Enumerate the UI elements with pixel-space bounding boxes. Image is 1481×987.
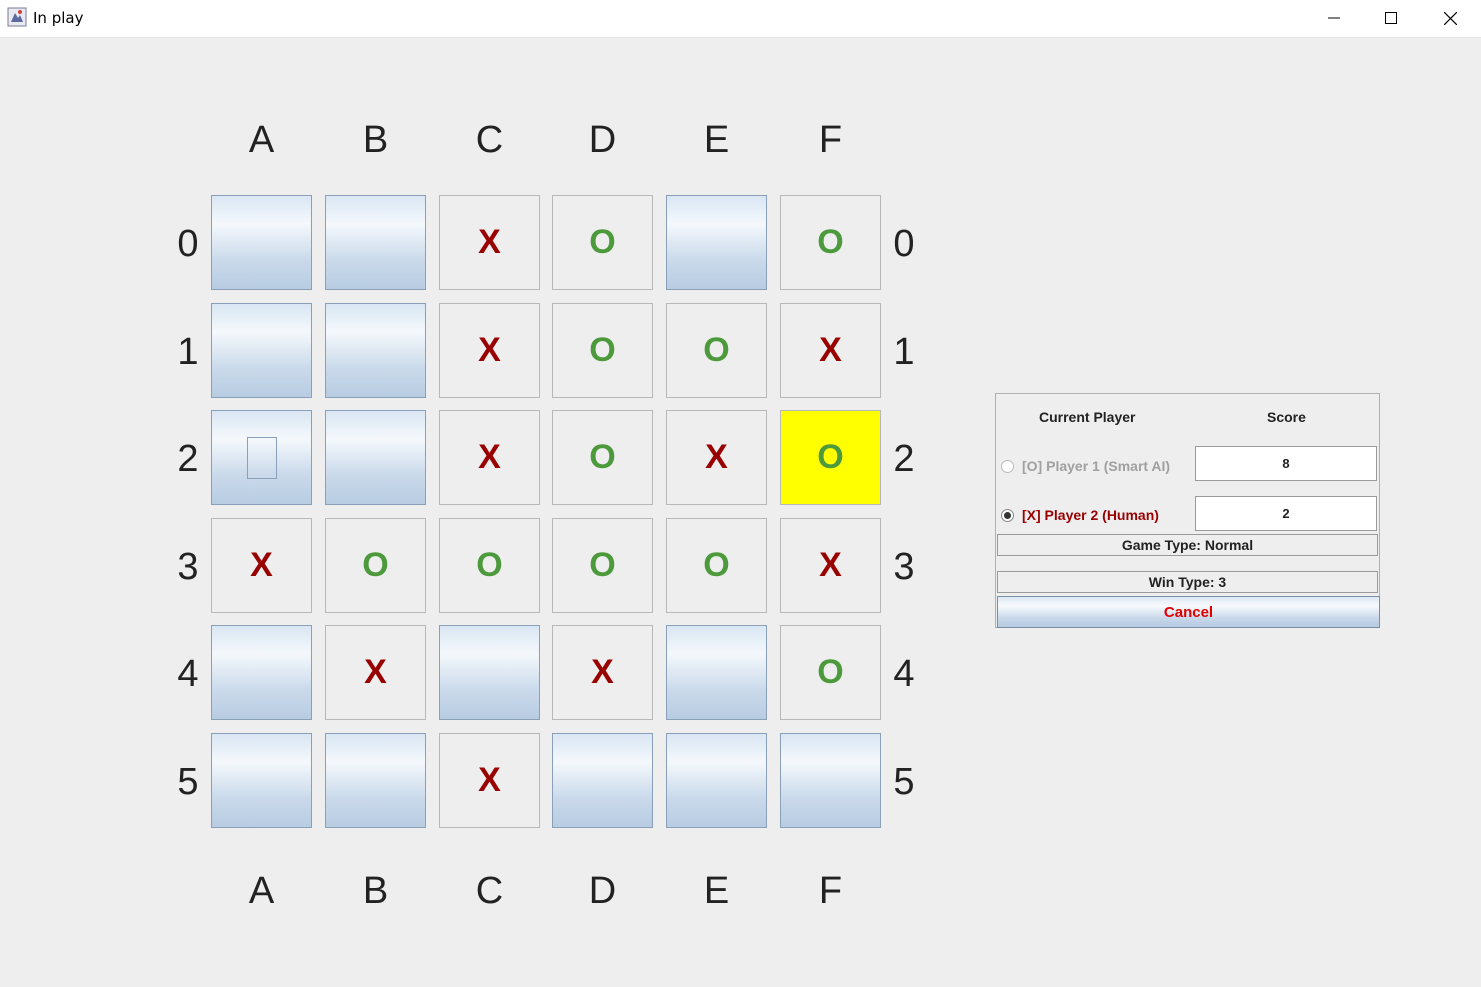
radio-button-icon (1001, 508, 1014, 522)
board-cell-a5[interactable] (211, 733, 312, 828)
window-title: In play (33, 9, 84, 27)
board-cell-b1[interactable] (325, 303, 426, 398)
board-cell-e0[interactable] (666, 195, 767, 290)
board-cell-c1[interactable]: X (439, 303, 540, 398)
column-label-e-bottom: E (703, 870, 730, 912)
board-cell-b2[interactable] (325, 410, 426, 505)
column-label-a-bottom: A (248, 870, 275, 912)
row-label-2-right: 2 (893, 438, 915, 480)
title-bar: In play (0, 0, 1481, 38)
row-label-3-right: 3 (893, 546, 915, 588)
maximize-icon (1385, 12, 1397, 24)
column-label-a-top: A (248, 119, 275, 161)
board-cell-c3[interactable]: O (439, 518, 540, 613)
player-2-radio[interactable]: [X] Player 2 (Human) (1001, 505, 1159, 525)
column-label-c-bottom: C (475, 870, 504, 912)
board-cell-d0[interactable]: O (552, 195, 653, 290)
board-cell-d2[interactable]: O (552, 410, 653, 505)
row-label-2-left: 2 (177, 438, 199, 480)
board-cell-f1[interactable]: X (780, 303, 881, 398)
row-label-4-right: 4 (893, 653, 915, 695)
board-cell-d4[interactable]: X (552, 625, 653, 720)
row-label-5-left: 5 (177, 761, 199, 803)
board-cell-c4[interactable] (439, 625, 540, 720)
board-cell-b0[interactable] (325, 195, 426, 290)
focus-indicator (246, 436, 277, 479)
board-cell-a0[interactable] (211, 195, 312, 290)
board-cell-f5[interactable] (780, 733, 881, 828)
board-cell-c5[interactable]: X (439, 733, 540, 828)
game-info-panel: Current Player Score [O] Player 1 (Smart… (995, 393, 1380, 628)
player-1-score: 8 (1195, 446, 1377, 481)
current-player-header: Current Player (1039, 409, 1136, 425)
cancel-button[interactable]: Cancel (997, 596, 1380, 628)
column-label-e-top: E (703, 119, 730, 161)
radio-button-icon (1001, 459, 1014, 473)
board-cell-d1[interactable]: O (552, 303, 653, 398)
row-label-5-right: 5 (893, 761, 915, 803)
board-cell-c2[interactable]: X (439, 410, 540, 505)
board-cell-d5[interactable] (552, 733, 653, 828)
board-cell-c0[interactable]: X (439, 195, 540, 290)
row-label-1-left: 1 (177, 331, 199, 373)
column-label-b-top: B (362, 119, 389, 161)
column-label-d-top: D (588, 119, 617, 161)
board-cell-d3[interactable]: O (552, 518, 653, 613)
board-cell-a1[interactable] (211, 303, 312, 398)
player-1-radio[interactable]: [O] Player 1 (Smart AI) (1001, 456, 1170, 476)
close-button[interactable] (1421, 0, 1479, 36)
board-cell-b3[interactable]: O (325, 518, 426, 613)
column-label-d-bottom: D (588, 870, 617, 912)
board-cell-e1[interactable]: O (666, 303, 767, 398)
minimize-icon (1328, 17, 1340, 19)
column-label-f-bottom: F (818, 870, 843, 912)
maximize-button[interactable] (1362, 0, 1420, 36)
row-label-4-left: 4 (177, 653, 199, 695)
board-cell-e5[interactable] (666, 733, 767, 828)
player-2-label: [X] Player 2 (Human) (1022, 507, 1159, 523)
board-cell-f3[interactable]: X (780, 518, 881, 613)
board-cell-a4[interactable] (211, 625, 312, 720)
player-2-score: 2 (1195, 496, 1377, 531)
row-label-0-left: 0 (177, 223, 199, 265)
board-cell-b5[interactable] (325, 733, 426, 828)
row-label-3-left: 3 (177, 546, 199, 588)
game-type-label: Game Type: Normal (997, 534, 1378, 556)
board-cell-a2[interactable] (211, 410, 312, 505)
close-icon (1443, 11, 1457, 25)
board-cell-b4[interactable]: X (325, 625, 426, 720)
board-cell-f2[interactable]: O (780, 410, 881, 505)
column-label-b-bottom: B (362, 870, 389, 912)
row-label-0-right: 0 (893, 223, 915, 265)
win-type-label: Win Type: 3 (997, 571, 1378, 593)
board-cell-f0[interactable]: O (780, 195, 881, 290)
row-label-1-right: 1 (893, 331, 915, 373)
board-cell-f4[interactable]: O (780, 625, 881, 720)
board-cell-a3[interactable]: X (211, 518, 312, 613)
column-label-c-top: C (475, 119, 504, 161)
board-cell-e3[interactable]: O (666, 518, 767, 613)
player-1-label: [O] Player 1 (Smart AI) (1022, 458, 1171, 474)
column-label-f-top: F (818, 119, 843, 161)
board-cell-e2[interactable]: X (666, 410, 767, 505)
minimize-button[interactable] (1305, 0, 1363, 36)
app-icon (7, 7, 27, 27)
score-header: Score (1267, 409, 1306, 425)
board-cell-e4[interactable] (666, 625, 767, 720)
